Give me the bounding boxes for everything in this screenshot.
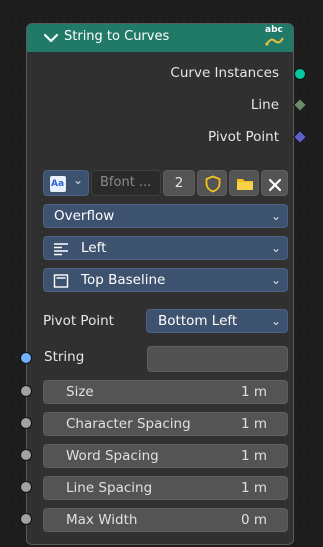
abc-text-icon: abc <box>263 25 287 50</box>
shield-icon <box>204 175 222 197</box>
overflow-value: Overflow <box>54 208 115 224</box>
chevron-down-icon: ⌄ <box>270 273 281 287</box>
character-spacing-value: 1 m <box>240 416 267 432</box>
font-users-count[interactable]: 2 <box>163 170 195 196</box>
unlink-font-button[interactable] <box>261 170 288 196</box>
pivot-point-label: Pivot Point <box>43 313 114 329</box>
string-label: String <box>44 349 85 365</box>
output-line: Line <box>251 97 279 117</box>
character-spacing-field[interactable]: Character Spacing 1 m <box>43 412 288 436</box>
word-spacing-field[interactable]: Word Spacing 1 m <box>43 444 288 468</box>
max-width-value: 0 m <box>240 512 267 528</box>
string-input[interactable] <box>147 346 288 372</box>
line-spacing-field[interactable]: Line Spacing 1 m <box>43 476 288 500</box>
open-font-button[interactable] <box>229 170 259 196</box>
align-x-dropdown[interactable]: Left ⌄ <box>43 236 288 260</box>
output-label: Curve Instances <box>170 65 279 81</box>
output-socket-curve-instances[interactable] <box>294 68 306 80</box>
chevron-down-icon: ⌄ <box>72 173 83 187</box>
output-label: Line <box>250 97 279 113</box>
chevron-down-icon[interactable] <box>41 28 61 48</box>
input-socket-character-spacing[interactable] <box>20 417 32 429</box>
max-width-field[interactable]: Max Width 0 m <box>43 508 288 532</box>
pivot-point-dropdown[interactable]: Bottom Left ⌄ <box>146 309 288 333</box>
output-label: Pivot Point <box>208 129 279 145</box>
align-y-dropdown[interactable]: Top Baseline ⌄ <box>43 268 288 292</box>
chevron-down-icon: ⌄ <box>270 209 281 223</box>
word-spacing-label: Word Spacing <box>66 448 159 464</box>
input-socket-string[interactable] <box>20 352 32 364</box>
input-socket-size[interactable] <box>20 385 32 397</box>
align-y-value: Top Baseline <box>81 272 166 288</box>
input-socket-word-spacing[interactable] <box>20 449 32 461</box>
size-value: 1 m <box>240 384 267 400</box>
output-pivot-point: Pivot Point <box>208 129 279 149</box>
size-field[interactable]: Size 1 m <box>43 380 288 404</box>
close-icon <box>268 177 282 196</box>
chevron-down-icon: ⌄ <box>270 314 281 328</box>
font-browse-button[interactable]: Aa ⌄ <box>43 170 89 196</box>
word-spacing-value: 1 m <box>240 448 267 464</box>
size-label: Size <box>66 384 94 400</box>
align-x-value: Left <box>81 240 107 256</box>
input-socket-line-spacing[interactable] <box>20 481 32 493</box>
overflow-dropdown[interactable]: Overflow ⌄ <box>43 204 288 228</box>
folder-icon <box>236 176 254 196</box>
fake-user-button[interactable] <box>197 170 227 196</box>
font-file-icon: Aa <box>50 176 66 192</box>
node-title: String to Curves <box>64 29 170 44</box>
node-header[interactable]: String to Curves abc <box>27 24 293 52</box>
chevron-down-icon: ⌄ <box>270 241 281 255</box>
string-to-curves-node[interactable]: String to Curves abc Curve Instances Lin… <box>26 23 294 545</box>
align-left-icon <box>53 241 69 263</box>
input-socket-max-width[interactable] <box>20 513 32 525</box>
line-spacing-label: Line Spacing <box>66 480 153 496</box>
top-baseline-icon <box>53 273 69 295</box>
line-spacing-value: 1 m <box>240 480 267 496</box>
output-curve-instances: Curve Instances <box>170 65 279 85</box>
max-width-label: Max Width <box>66 512 138 528</box>
pivot-point-value: Bottom Left <box>158 313 238 329</box>
character-spacing-label: Character Spacing <box>66 416 191 432</box>
font-name-field[interactable]: Bfont ... <box>91 170 161 196</box>
font-selector: Aa ⌄ Bfont ... 2 <box>43 170 288 196</box>
